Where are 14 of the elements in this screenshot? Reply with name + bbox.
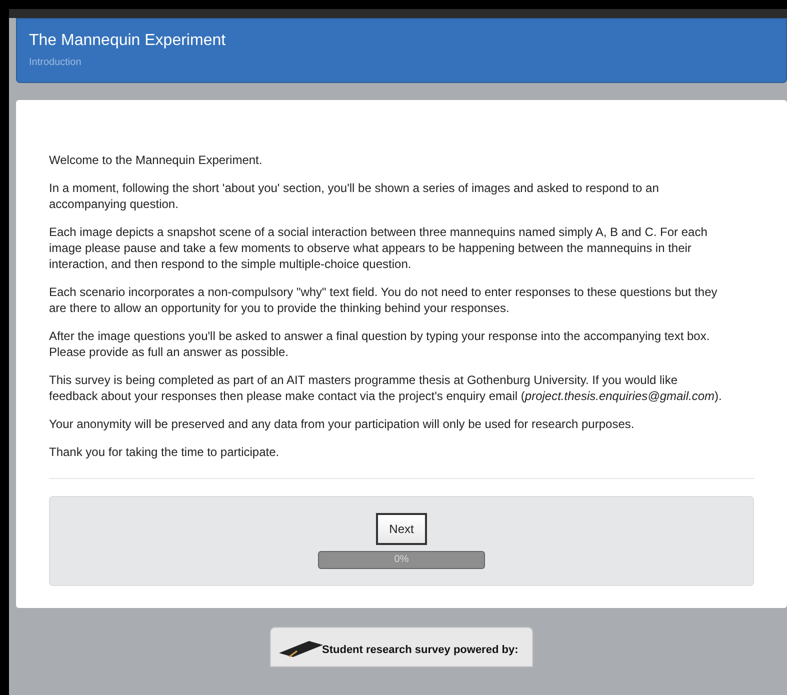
graduation-cap-icon [279,639,323,657]
intro-paragraph: Each scenario incorporates a non-compulsory "why" text field. You do not need to enter responses to these questions but they are there to allow an opportunity for you to provide the thinking behind your responses. [49,284,718,316]
intro-paragraph: Your anonymity will be preserved and any data from your participation will only be used for research purposes. [49,416,636,432]
next-button[interactable]: Next [376,513,427,545]
intro-paragraph: In a moment, following the short 'about you' section, you'll be shown a series of images and asked to respond to an accompanying question. [49,180,660,212]
page-subtitle: Introduction [29,56,82,70]
badge-text: Student research survey powered by: [322,643,518,658]
survey-title: The Mannequin Experiment [29,31,227,51]
intro-paragraph: Each image depicts a snapshot scene of a social interaction between three mannequins named simply A, B and C. For each image please pause and take a few moments to observe what appears to be happening between the mannequins in their interaction, and then respond to the simple multiple-choice question. [49,224,708,272]
progress-reading: 0% [393,553,410,567]
intro-paragraph: Thank you for taking the time to participate. [49,444,280,460]
intro-paragraph: Welcome to the Mannequin Experiment. [49,152,264,168]
intro-paragraph: After the image questions you'll be asked to answer a final question by typing your response into the accompanying text box. Please provide as full an answer as possible. [49,328,711,360]
intro-paragraph: This survey is being completed as part of an AIT masters programme thesis at Gothenburg University. If you would like feedback about your responses then please make contact via the project's enquiry email (project.thesis.enquiries@gmail.com). [49,372,723,404]
